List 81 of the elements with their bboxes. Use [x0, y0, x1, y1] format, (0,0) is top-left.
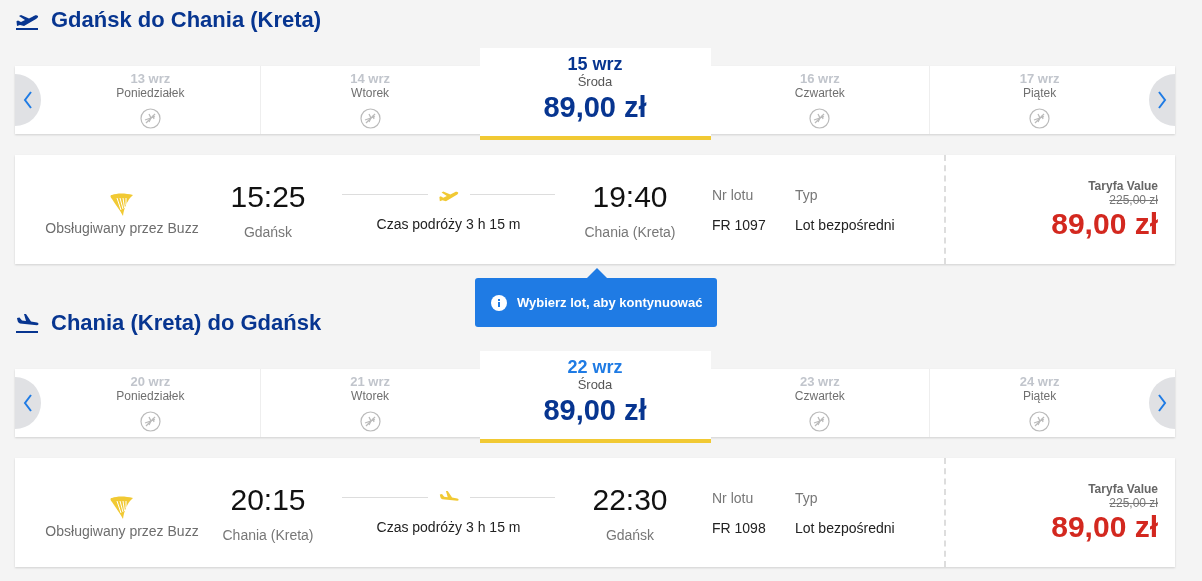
- info-icon: [491, 294, 507, 311]
- chevron-left-icon: [23, 91, 33, 109]
- section-title: Gdańsk do Chania (Kreta): [51, 7, 322, 33]
- date-tab[interactable]: 20 wrz Poniedziałek: [41, 369, 260, 437]
- date-price: 89,00 zł: [543, 393, 647, 427]
- no-flight-icon: [359, 108, 381, 129]
- date-tab[interactable]: 16 wrz Czwartek: [710, 66, 930, 134]
- date-tab[interactable]: 13 wrz Poniedziałek: [41, 66, 260, 134]
- no-flight-icon: [139, 411, 161, 432]
- next-button[interactable]: [1149, 74, 1175, 126]
- date-label: 16 wrz: [800, 71, 840, 86]
- date-label: 13 wrz: [130, 71, 171, 86]
- weekday-label: Wtorek: [351, 389, 390, 404]
- chevron-right-icon: [1157, 394, 1167, 412]
- flight-number: FR 1098: [712, 519, 766, 536]
- arrival-city: Gdańsk: [605, 526, 655, 543]
- flight-type: Lot bezpośredni: [795, 519, 895, 536]
- arrival-time: 19:40: [592, 179, 668, 214]
- flight-number-label: Nr lotu: [712, 186, 754, 203]
- operator-label: Obsługiwany przez Buzz: [45, 219, 199, 236]
- weekday-label: Poniedziałek: [116, 389, 185, 404]
- date-price: 89,00 zł: [543, 90, 647, 124]
- tooltip-text: Wybierz lot, aby kontynuować: [517, 295, 703, 310]
- fare-name: Taryfa Value: [1088, 178, 1158, 193]
- previous-button[interactable]: [15, 74, 41, 126]
- flight-price: 89,00 zł: [1051, 509, 1158, 544]
- weekday-label: Piątek: [1022, 86, 1057, 101]
- date-label: 21 wrz: [350, 374, 390, 389]
- date-tab[interactable]: 21 wrz Wtorek: [259, 369, 480, 437]
- arrival-city: Chania (Kreta): [584, 223, 676, 240]
- date-tab[interactable]: 24 wrz Piątek: [929, 369, 1149, 437]
- date-tab[interactable]: 23 wrz Czwartek: [710, 369, 930, 437]
- weekday-label: Środa: [577, 377, 613, 393]
- chevron-left-icon: [23, 394, 33, 412]
- weekday-label: Poniedziałek: [116, 86, 185, 101]
- departure-city: Gdańsk: [243, 223, 293, 240]
- operator-label: Obsługiwany przez Buzz: [45, 522, 199, 539]
- departure-city: Chania (Kreta): [222, 526, 314, 543]
- no-flight-icon: [1029, 108, 1051, 129]
- date-label: 14 wrz: [350, 71, 390, 86]
- no-flight-icon: [1029, 411, 1051, 432]
- old-price: 225,00 zł: [1109, 495, 1158, 510]
- date-tab[interactable]: 22 wrz Środa 89,00 zł: [479, 351, 711, 443]
- fare-name: Taryfa Value: [1088, 481, 1158, 496]
- departure-time: 20:15: [230, 482, 306, 517]
- date-label: 24 wrz: [1019, 374, 1060, 389]
- date-tab[interactable]: 14 wrz Wtorek: [259, 66, 480, 134]
- date-tab[interactable]: 17 wrz Piątek: [929, 66, 1149, 134]
- flight-card[interactable]: Obsługiwany przez Buzz 20:15 Chania (Kreta) Czas podróży 3 h 15 m 22:30 Gdańsk Nr lotu FR 1098 Typ Lot bezpośredni Taryfa Value 225,00 zł 89,00 zł: [15, 458, 1175, 567]
- weekday-label: Piątek: [1022, 389, 1057, 404]
- next-button[interactable]: [1149, 377, 1175, 429]
- date-label: 22 wrz: [567, 357, 623, 377]
- weekday-label: Czwartek: [794, 389, 845, 404]
- weekday-label: Środa: [577, 74, 613, 90]
- section-title: Chania (Kreta) do Gdańsk: [51, 310, 322, 336]
- departure-time: 15:25: [230, 179, 306, 214]
- date-label: 15 wrz: [567, 54, 623, 74]
- weekday-label: Czwartek: [794, 86, 845, 101]
- flight-type: Lot bezpośredni: [795, 216, 895, 233]
- flight-price: 89,00 zł: [1051, 206, 1158, 241]
- date-label: 20 wrz: [130, 374, 171, 389]
- flight-card[interactable]: Obsługiwany przez Buzz 15:25 Gdańsk Czas podróży 3 h 15 m 19:40 Chania (Kreta) Nr lotu FR 1097 Typ Lot bezpośredni Taryfa Value 225,00 zł 89,00 zł: [15, 155, 1175, 264]
- old-price: 225,00 zł: [1109, 192, 1158, 207]
- weekday-label: Wtorek: [351, 86, 390, 101]
- landing-icon: [15, 312, 41, 334]
- date-tab[interactable]: 15 wrz Środa 89,00 zł: [479, 48, 711, 140]
- type-label: Typ: [795, 186, 818, 203]
- no-flight-icon: [359, 411, 381, 432]
- travel-time: Czas podróży 3 h 15 m: [375, 518, 522, 535]
- travel-time: Czas podróży 3 h 15 m: [375, 215, 522, 232]
- type-label: Typ: [795, 489, 818, 506]
- previous-button[interactable]: [15, 377, 41, 429]
- no-flight-icon: [809, 411, 831, 432]
- no-flight-icon: [139, 108, 161, 129]
- flight-number-label: Nr lotu: [712, 489, 754, 506]
- no-flight-icon: [809, 108, 831, 129]
- date-label: 17 wrz: [1019, 71, 1060, 86]
- chevron-right-icon: [1157, 91, 1167, 109]
- date-label: 23 wrz: [800, 374, 840, 389]
- arrival-time: 22:30: [592, 482, 668, 517]
- flight-number: FR 1097: [712, 216, 766, 233]
